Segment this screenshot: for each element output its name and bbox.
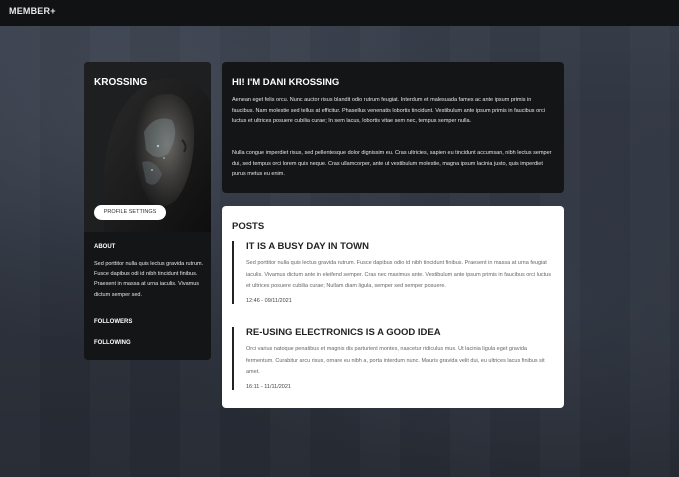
post-item: RE-USING ELECTRONICS IS A GOOD IDEA Orci…	[232, 327, 554, 390]
intro-title: HI! I'M DANI KROSSING	[232, 77, 340, 88]
posts-heading: POSTS	[232, 221, 265, 232]
following-link[interactable]: FOLLOWING	[94, 340, 131, 346]
top-navbar: MEMBER+	[0, 0, 679, 26]
brand-logo-link[interactable]: MEMBER+	[9, 6, 56, 16]
profile-photo: KROSSING PROFILE SETTINGS	[84, 62, 211, 232]
post-date: 12:46 - 09/11/2021	[246, 297, 292, 304]
about-heading: ABOUT	[94, 244, 116, 250]
post-date: 16:11 - 11/11/2021	[246, 383, 291, 390]
post-body: Orci varius natoque penatibus et magnis …	[246, 346, 545, 375]
profile-name: KROSSING	[94, 77, 148, 88]
intro-paragraph: Aenean eget felis orcu. Nunc auctor risu…	[232, 97, 545, 124]
profile-settings-button[interactable]: PROFILE SETTINGS	[94, 205, 166, 220]
posts-card: POSTS IT IS A BUSY DAY IN TOWN Sed portt…	[222, 206, 564, 408]
profile-card: KROSSING PROFILE SETTINGS ABOUT Sed port…	[84, 62, 211, 360]
followers-link[interactable]: FOLLOWERS	[94, 319, 132, 325]
intro-paragraph: Nulla congue imperdiet risus, sed pellen…	[232, 150, 552, 177]
about-text: Sed porttitor nulla quis lectus gravida …	[94, 261, 204, 298]
intro-card: HI! I'M DANI KROSSING Aenean eget felis …	[222, 62, 564, 193]
post-title[interactable]: RE-USING ELECTRONICS IS A GOOD IDEA	[246, 327, 554, 338]
post-body: Sed porttitor nulla quis lectus gravida …	[246, 260, 551, 289]
post-item: IT IS A BUSY DAY IN TOWN Sed porttitor n…	[232, 241, 554, 304]
post-title[interactable]: IT IS A BUSY DAY IN TOWN	[246, 241, 554, 252]
